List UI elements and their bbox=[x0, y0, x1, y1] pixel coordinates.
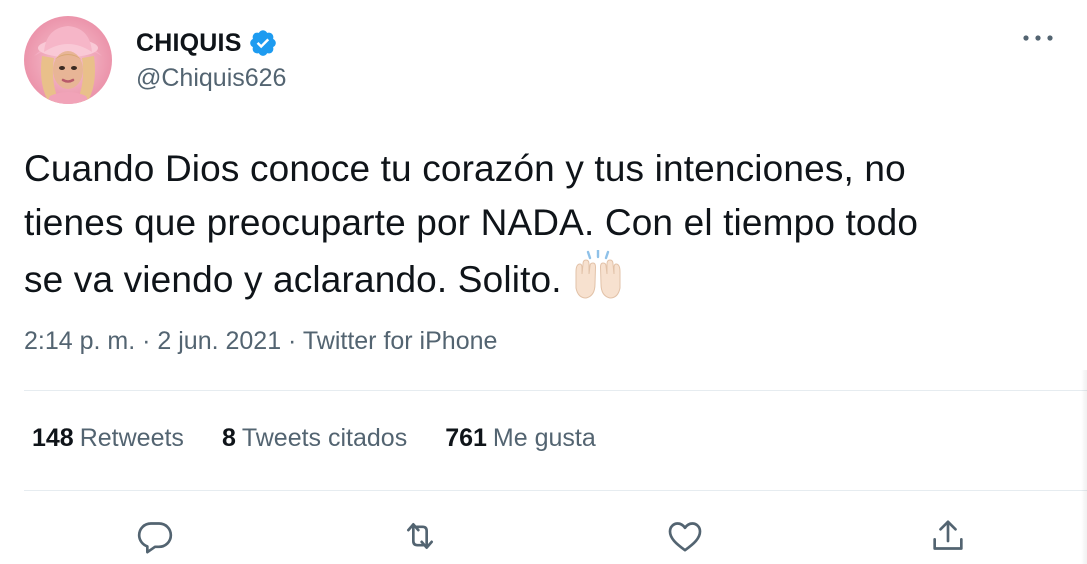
retweets-count: 148 bbox=[32, 424, 74, 452]
scrollbar-edge bbox=[1081, 370, 1087, 564]
quotes-stat[interactable]: 8 Tweets citados bbox=[222, 424, 407, 453]
raising-hands-emoji bbox=[572, 248, 624, 300]
retweet-icon bbox=[407, 523, 433, 549]
likes-count: 761 bbox=[445, 424, 487, 452]
retweet-button[interactable] bbox=[396, 512, 444, 560]
author-display-name[interactable]: CHIQUIS bbox=[136, 29, 242, 58]
divider bbox=[24, 490, 1087, 491]
tweet-time[interactable]: 2:14 p. m. bbox=[24, 327, 135, 355]
like-button[interactable] bbox=[661, 512, 709, 560]
divider bbox=[24, 390, 1087, 391]
tweet-stats: 148 Retweets 8 Tweets citados 761 Me gusta bbox=[32, 424, 634, 453]
likes-stat[interactable]: 761 Me gusta bbox=[445, 424, 596, 453]
tweet-text-line: Cuando Dios conoce tu corazón y tus inte… bbox=[24, 148, 906, 189]
tweet-source[interactable]: Twitter for iPhone bbox=[303, 327, 498, 355]
share-button[interactable] bbox=[924, 512, 972, 560]
avatar[interactable] bbox=[24, 16, 112, 104]
tweet-text-line: tienes que preocuparte por NADA. Con el … bbox=[24, 202, 919, 243]
tweet-text-line: se va viendo y aclarando. Solito. bbox=[24, 248, 1074, 307]
heart-icon bbox=[668, 522, 702, 552]
tweet-meta: 2:14 p. m. · 2 jun. 2021 · Twitter for i… bbox=[24, 327, 497, 356]
quotes-count: 8 bbox=[221, 424, 236, 452]
retweets-label: Retweets bbox=[79, 424, 184, 452]
more-options-icon[interactable] bbox=[1021, 28, 1055, 48]
share-icon bbox=[933, 520, 963, 550]
avatar-image bbox=[24, 16, 112, 104]
action-bar bbox=[0, 512, 1087, 560]
tweet-date[interactable]: 2 jun. 2021 bbox=[157, 327, 281, 355]
reply-icon bbox=[137, 522, 173, 554]
author-handle[interactable]: @Chiquis626 bbox=[136, 64, 286, 93]
tweet-text: Cuando Dios conoce tu corazón y tus inte… bbox=[24, 142, 1074, 307]
quotes-label: Tweets citados bbox=[241, 424, 408, 452]
reply-button[interactable] bbox=[131, 512, 179, 560]
tweet-card: CHIQUIS @Chiquis626 Cuando Dios conoce t… bbox=[0, 0, 1087, 564]
verified-badge-icon bbox=[248, 28, 278, 58]
likes-label: Me gusta bbox=[492, 424, 596, 452]
meta-separator: · bbox=[281, 327, 303, 355]
author-name-row: CHIQUIS bbox=[136, 26, 278, 60]
meta-separator: · bbox=[135, 327, 158, 355]
retweets-stat[interactable]: 148 Retweets bbox=[32, 424, 184, 453]
